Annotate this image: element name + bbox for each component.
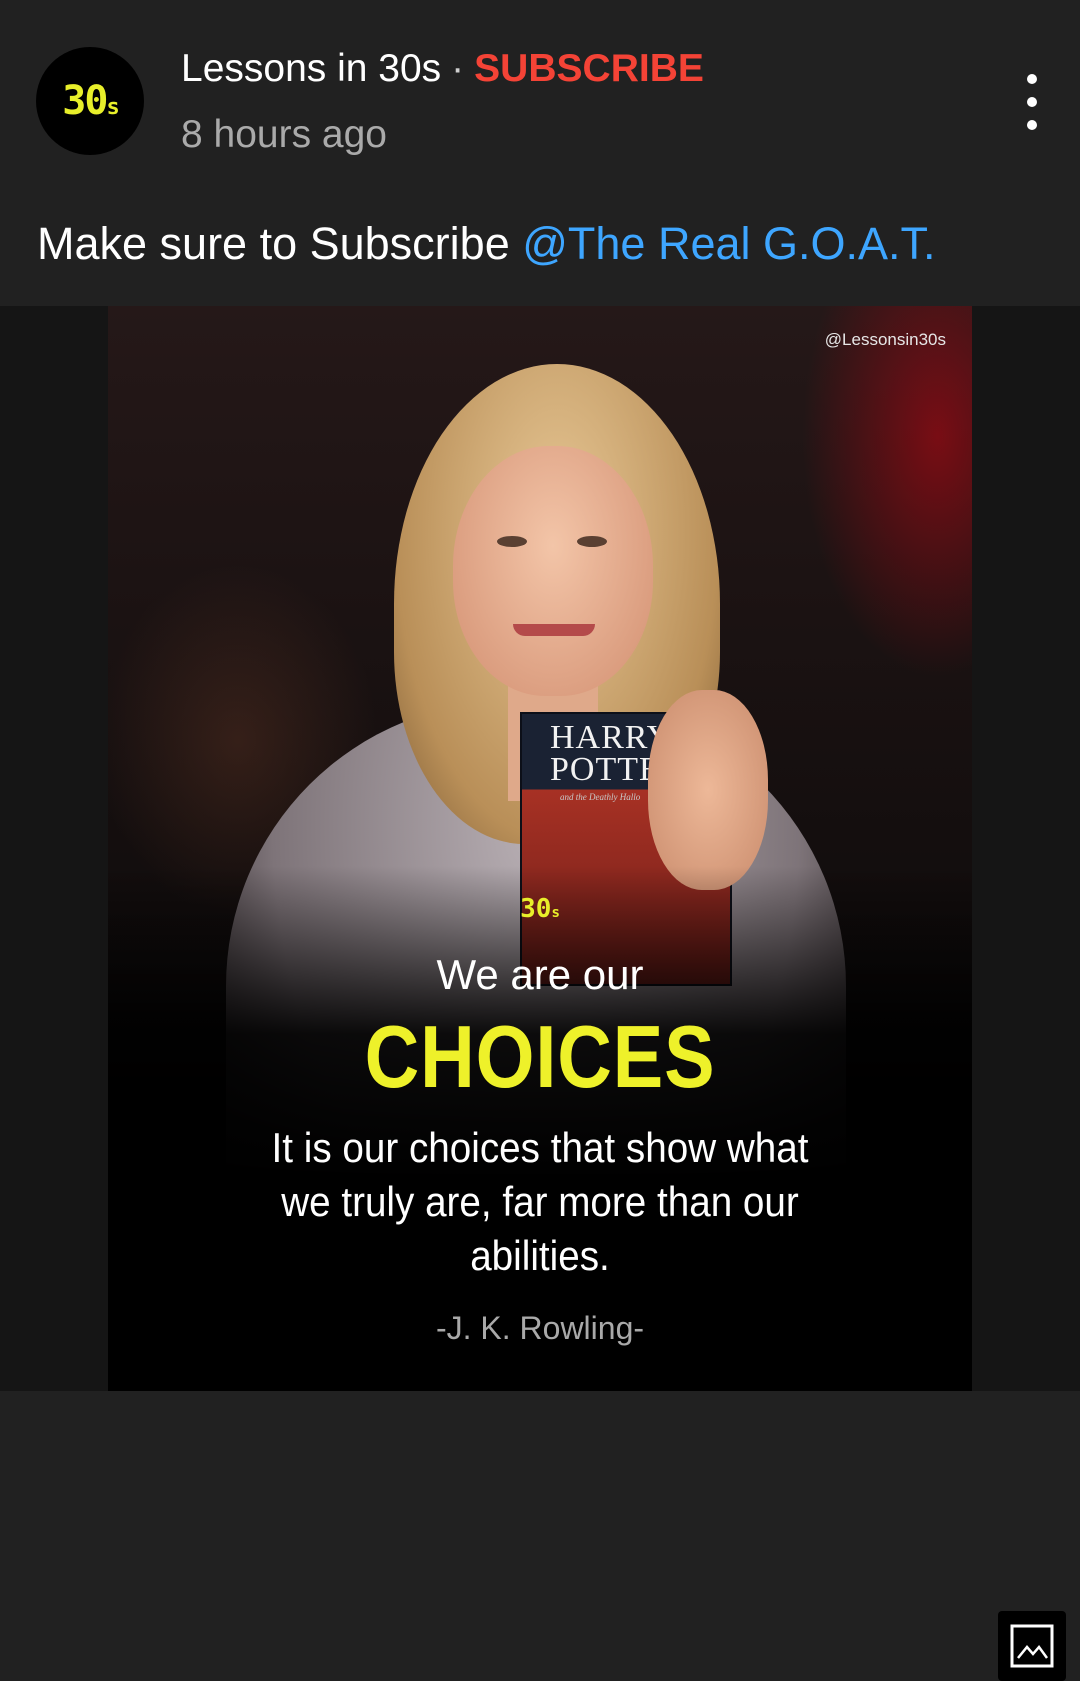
post-timestamp: 8 hours ago: [181, 113, 387, 156]
person-face: [453, 446, 653, 696]
book-subtitle: and the Deathly Hallo: [560, 792, 641, 802]
more-vert-icon[interactable]: [1012, 74, 1052, 130]
post-media[interactable]: @Lessonsin30s HARRY POTTE and the Deathly…: [0, 306, 1080, 1681]
subscribe-button[interactable]: SUBSCRIBE: [474, 47, 704, 91]
image-gallery-icon[interactable]: [998, 1611, 1066, 1681]
post-image[interactable]: @Lessonsin30s HARRY POTTE and the Deathly…: [108, 306, 972, 1391]
separator: ·: [451, 47, 465, 90]
channel-line: Lessons in 30s · SUBSCRIBE: [181, 44, 704, 94]
quote-headline: CHOICES: [364, 1007, 716, 1106]
avatar-logo: 30s: [62, 78, 119, 124]
channel-avatar[interactable]: 30s: [36, 47, 144, 155]
quote-body: It is our choices that show what we trul…: [271, 1124, 809, 1279]
person-hand: [648, 690, 768, 890]
mention-link[interactable]: @The Real G.O.A.T.: [522, 218, 935, 269]
image-logo: 30s: [520, 894, 560, 924]
post-header: 30s Lessons in 30s · SUBSCRIBE 8 hours a…: [0, 0, 1080, 306]
post-text: Make sure to Subscribe @The Real G.O.A.T…: [37, 218, 936, 269]
quote-lead: We are our: [436, 951, 644, 998]
channel-name[interactable]: Lessons in 30s: [181, 47, 441, 91]
quote-author: -J. K. Rowling-: [435, 1310, 645, 1346]
image-watermark: @Lessonsin30s: [824, 330, 946, 349]
